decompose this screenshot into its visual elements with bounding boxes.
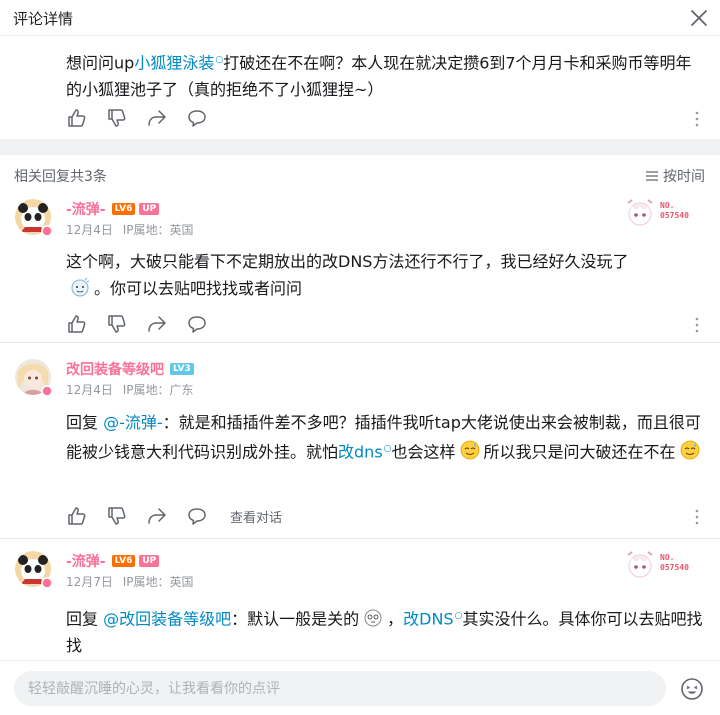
fan-badge-no: NO. [660, 553, 675, 562]
reply-ip: IP属地：广东 [122, 383, 194, 397]
username[interactable]: -流弹- LV6 UP [66, 551, 160, 571]
sort-label: 按时间 [663, 169, 705, 185]
reply-count-bar: 相关回复共3条 按时间 [0, 155, 720, 193]
reply-text-part: ， [387, 609, 404, 629]
view-conversation-button[interactable]: 查看对话 [230, 507, 282, 526]
reply-meta: 12月7日 IP属地：英国 [66, 573, 200, 590]
search-link[interactable]: 小狐狸泳装 [134, 53, 214, 72]
share-icon[interactable] [146, 107, 168, 129]
comment-bubble-icon[interactable] [186, 505, 208, 527]
emoji-sweat-icon [680, 440, 699, 460]
comment-bubble-icon[interactable] [186, 107, 208, 129]
emoji-face-icon[interactable] [680, 677, 704, 701]
fan-badge-num: 057540 [660, 211, 689, 220]
reply-ip: IP属地：英国 [122, 575, 194, 589]
reply-actions [66, 313, 226, 335]
level-badge: LV6 [111, 555, 136, 567]
reply-prefix: 回复 [66, 413, 104, 432]
fan-badge-avatar [627, 199, 653, 226]
comment-bubble-icon[interactable] [186, 313, 208, 335]
fan-badge-num: 057540 [660, 563, 689, 572]
level-badge: LV3 [170, 363, 194, 375]
main-comment-text: 想问问up小狐狸泳装○打破还在不在啊？本人现在就决定攒6到7个月月卡和采购币等明… [66, 47, 706, 103]
reply-text-part: 这个啊，大破只能看下不定期放出的改DNS方法还行不行了，我已经好久没玩了 [66, 252, 629, 271]
fan-badge-number: NO. 057540 [660, 553, 689, 573]
mention-link[interactable]: @改回装备等级吧 [103, 609, 231, 628]
reply-date: 12月7日 [66, 575, 113, 589]
thumb-down-icon[interactable] [106, 505, 128, 527]
top-bar: 评论详情 [0, 0, 720, 36]
reply-text-part: 所以我只是问大破还在不在 [483, 442, 676, 462]
reply-text-part: ：默认一般是关的 [231, 609, 360, 629]
page-title: 评论详情 [13, 10, 74, 28]
comment-actions [66, 107, 226, 129]
mention-link[interactable]: @-流弹- [103, 413, 163, 432]
reply-ip: IP属地：英国 [122, 223, 194, 237]
more-vertical-icon[interactable] [694, 509, 700, 525]
reply-prefix: 回复 [66, 609, 104, 629]
thumb-up-icon[interactable] [66, 107, 88, 129]
reply-item: 改回装备等级吧 LV3 12月4日 IP属地：广东 回复 @-流弹-：就是和插插… [0, 353, 720, 539]
fan-badge[interactable]: NO. 057540 [624, 197, 708, 229]
reply-text-part: 也会这样 [391, 442, 456, 462]
username-text: -流弹- [66, 554, 106, 570]
reply-date: 12月4日 [66, 223, 113, 237]
search-link-icon: ○ [215, 55, 224, 65]
reply-count-label: 相关回复共3条 [14, 169, 107, 185]
username[interactable]: -流弹- LV6 UP [66, 199, 160, 219]
reply-meta: 12月4日 IP属地：英国 [66, 221, 200, 238]
reply-text: 这个啊，大破只能看下不定期放出的改DNS方法还行不行了，我已经好久没玩了 。你可… [66, 248, 706, 302]
fan-badge-avatar [627, 551, 653, 578]
username-text: 改回装备等级吧 [66, 362, 164, 378]
thumb-up-icon[interactable] [66, 505, 88, 527]
reply-text: 回复 @-流弹-：就是和插插件差不多吧？插插件我听tap大佬说使出来会被制裁，而… [66, 409, 706, 465]
search-link[interactable]: 改DNS [403, 609, 453, 628]
sort-lines-icon [646, 171, 658, 181]
reply-text-part: 。你可以去贴吧找找或者问问 [94, 279, 303, 298]
thumb-down-icon[interactable] [106, 107, 128, 129]
comment-input-bar [0, 660, 720, 715]
thumb-up-icon[interactable] [66, 313, 88, 335]
reply-text: 回复 @改回装备等级吧：默认一般是关的 ，改DNS○其实没什么。具体你可以去贴吧找… [66, 603, 706, 659]
emoji-sweat-icon [460, 440, 479, 460]
fan-badge-number: NO. 057540 [660, 201, 689, 221]
more-vertical-icon[interactable] [694, 317, 700, 333]
section-divider [0, 139, 720, 155]
more-vertical-icon[interactable] [694, 111, 700, 127]
reply-date: 12月4日 [66, 383, 113, 397]
up-tag: UP [139, 555, 160, 567]
avatar[interactable] [15, 359, 53, 397]
fan-badge[interactable]: NO. 057540 [624, 549, 708, 581]
avatar[interactable] [15, 199, 53, 237]
reply-item: -流弹- LV6 UP 12月7日 IP属地：英国 NO. 057540 回复 … [0, 545, 720, 660]
username[interactable]: 改回装备等级吧 LV3 [66, 359, 194, 379]
username-text: -流弹- [66, 202, 106, 218]
share-icon[interactable] [146, 313, 168, 335]
comment-text-part: 想问问up [66, 53, 135, 73]
thumb-down-icon[interactable] [106, 313, 128, 335]
fan-badge-no: NO. [660, 201, 675, 210]
comment-input[interactable] [14, 671, 666, 706]
reply-item: -流弹- LV6 UP 12月4日 IP属地：英国 NO. 057540 这个啊… [0, 193, 720, 343]
up-tag: UP [139, 203, 160, 215]
emoji-sticker-icon [71, 277, 90, 297]
close-icon[interactable] [688, 7, 710, 29]
main-comment: 想问问up小狐狸泳装○打破还在不在啊？本人现在就决定攒6到7个月月卡和采购币等明… [0, 36, 720, 139]
emoji-dazed-icon [364, 609, 382, 627]
reply-actions: 查看对话 [66, 505, 282, 527]
search-link-icon: ○ [383, 444, 392, 454]
level-badge: LV6 [111, 203, 136, 215]
share-icon[interactable] [146, 505, 168, 527]
reply-meta: 12月4日 IP属地：广东 [66, 381, 200, 398]
avatar[interactable] [15, 551, 53, 589]
search-link[interactable]: 改dns [338, 442, 383, 461]
sort-by-time-button[interactable]: 按时间 [645, 166, 705, 186]
